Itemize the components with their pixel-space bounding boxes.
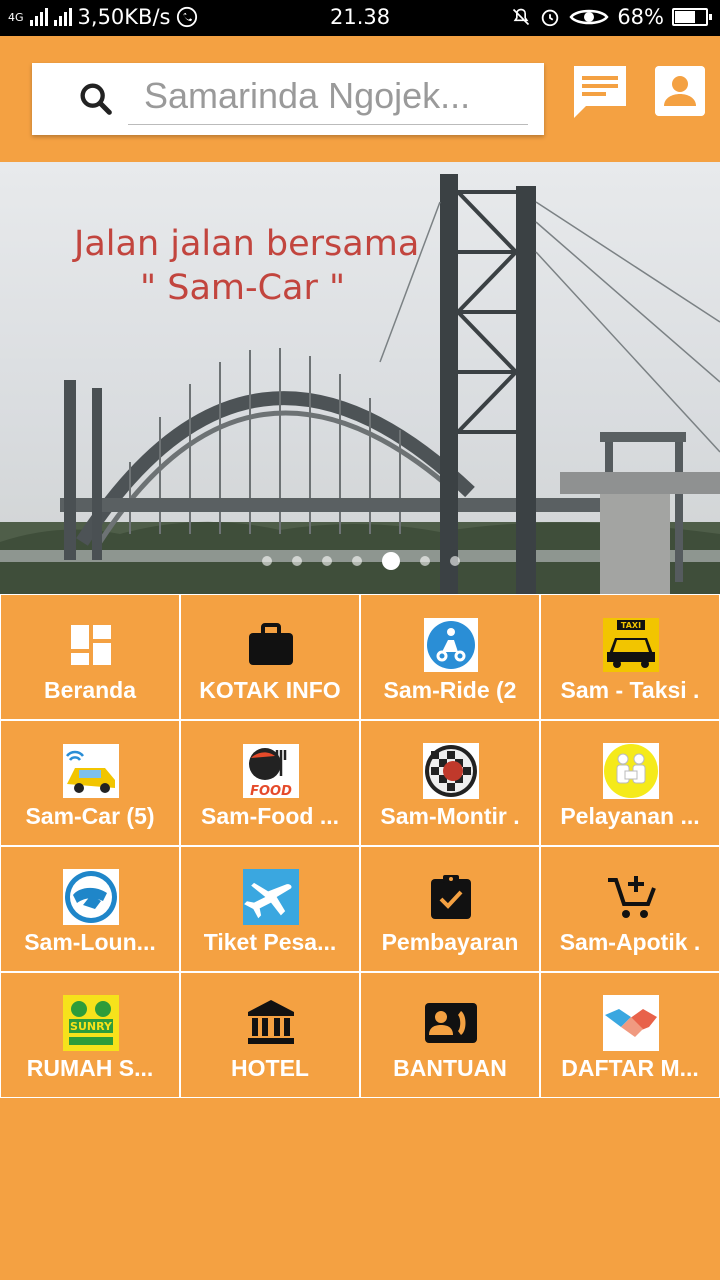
carousel-dot[interactable] [382,552,400,570]
taxi-icon: TAXI [603,617,659,673]
carousel-dot[interactable] [352,556,362,566]
battery-icon [672,8,712,26]
menu-tile-label: KOTAK INFO [199,677,341,703]
food-icon: FOOD [243,743,299,799]
cart-add-icon [603,869,659,925]
svg-text:TAXI: TAXI [621,621,641,630]
menu-tile-bantuan[interactable]: BANTUAN [360,972,540,1098]
banner-subtitle: " Sam-Car " [140,268,346,308]
menu-tile-hotel[interactable]: HOTEL [180,972,360,1098]
network-type: 4G [8,10,24,24]
carousel-dot[interactable] [322,556,332,566]
app-header [0,36,720,162]
service-icon [603,743,659,799]
school-icon: SUNRY [63,995,119,1051]
bank-icon [243,995,299,1051]
menu-tile-daftar-m[interactable]: DAFTAR M... [540,972,720,1098]
airplane-icon [243,869,299,925]
search-input[interactable] [128,67,528,125]
profile-icon[interactable] [655,66,705,116]
menu-tile-sam-loun[interactable]: Sam-Loun... [0,846,180,972]
search-icon[interactable] [76,79,116,119]
carousel-dot[interactable] [450,556,460,566]
svg-text:SUNRY: SUNRY [70,1020,113,1033]
battery-percent: 68% [617,5,664,29]
mechanic-icon [423,743,479,799]
menu-tile-label: Tiket Pesa... [203,929,337,955]
menu-tile-sam-car-5[interactable]: Sam-Car (5) [0,720,180,846]
menu-tile-label: Sam - Taksi . [560,677,700,703]
menu-tile-kotak-info[interactable]: KOTAK INFO [180,594,360,720]
whatsapp-icon [177,6,198,28]
briefcase-icon [243,617,299,673]
scooter-icon [423,617,479,673]
menu-tile-label: Sam-Car (5) [25,803,155,829]
battery-level [675,11,696,23]
menu-tile-label: HOTEL [231,1055,309,1081]
car-icon [63,743,119,799]
status-left: 4G 3,50KB/s [8,5,198,29]
service-menu-grid: Beranda KOTAK INFO Sam-Ride (2 TAXI Sam … [0,594,720,1098]
menu-tile-beranda[interactable]: Beranda [0,594,180,720]
carousel-dot[interactable] [262,556,272,566]
chat-icon[interactable] [572,64,628,120]
menu-tile-label: DAFTAR M... [561,1055,699,1081]
menu-tile-sam-montir[interactable]: Sam-Montir . [360,720,540,846]
menu-tile-label: RUMAH S... [26,1055,154,1081]
eye-icon [569,9,609,25]
menu-tile-label: Sam-Ride (2 [383,677,517,703]
promo-banner[interactable]: Jalan jalan bersama " Sam-Car " [0,162,720,594]
menu-tile-label: Sam-Apotik . [559,929,701,955]
signal-2-icon [53,8,72,26]
search-box[interactable] [32,63,544,135]
menu-tile-label: Beranda [43,677,137,703]
menu-tile-label: Sam-Food ... [201,803,339,829]
alarm-icon [542,9,559,27]
banner-title: Jalan jalan bersama [74,224,420,264]
menu-tile-sam-ride-2[interactable]: Sam-Ride (2 [360,594,540,720]
contact-phone-icon [423,995,479,1051]
carousel-indicator[interactable] [262,552,460,570]
handshake-icon [603,995,659,1051]
menu-tile-sam-food[interactable]: FOOD Sam-Food ... [180,720,360,846]
lounge-icon [63,869,119,925]
carousel-dot[interactable] [292,556,302,566]
menu-tile-label: Pembayaran [381,929,519,955]
carousel-dot[interactable] [420,556,430,566]
signal-icon [29,8,48,26]
menu-tile-label: Sam-Montir . [380,803,520,829]
clipboard-check-icon [423,869,479,925]
menu-tile-sam-taksi[interactable]: TAXI Sam - Taksi . [540,594,720,720]
menu-tile-label: BANTUAN [393,1055,507,1081]
svg-text:FOOD: FOOD [250,784,292,798]
menu-tile-pembayaran[interactable]: Pembayaran [360,846,540,972]
menu-tile-pelayanan[interactable]: Pelayanan ... [540,720,720,846]
clock: 21.38 [330,5,391,29]
menu-tile-tiket-pesa[interactable]: Tiket Pesa... [180,846,360,972]
menu-tile-label: Sam-Loun... [24,929,156,955]
dashboard-icon [63,617,119,673]
status-bar: 4G 3,50KB/s 21.38 68% [0,0,720,36]
menu-tile-label: Pelayanan ... [560,803,700,829]
menu-tile-rumah-s[interactable]: SUNRY RUMAH S... [0,972,180,1098]
bell-off-icon [513,8,530,26]
net-speed: 3,50KB/s [77,5,171,29]
status-right: 68% [511,5,712,29]
menu-tile-sam-apotik[interactable]: Sam-Apotik . [540,846,720,972]
